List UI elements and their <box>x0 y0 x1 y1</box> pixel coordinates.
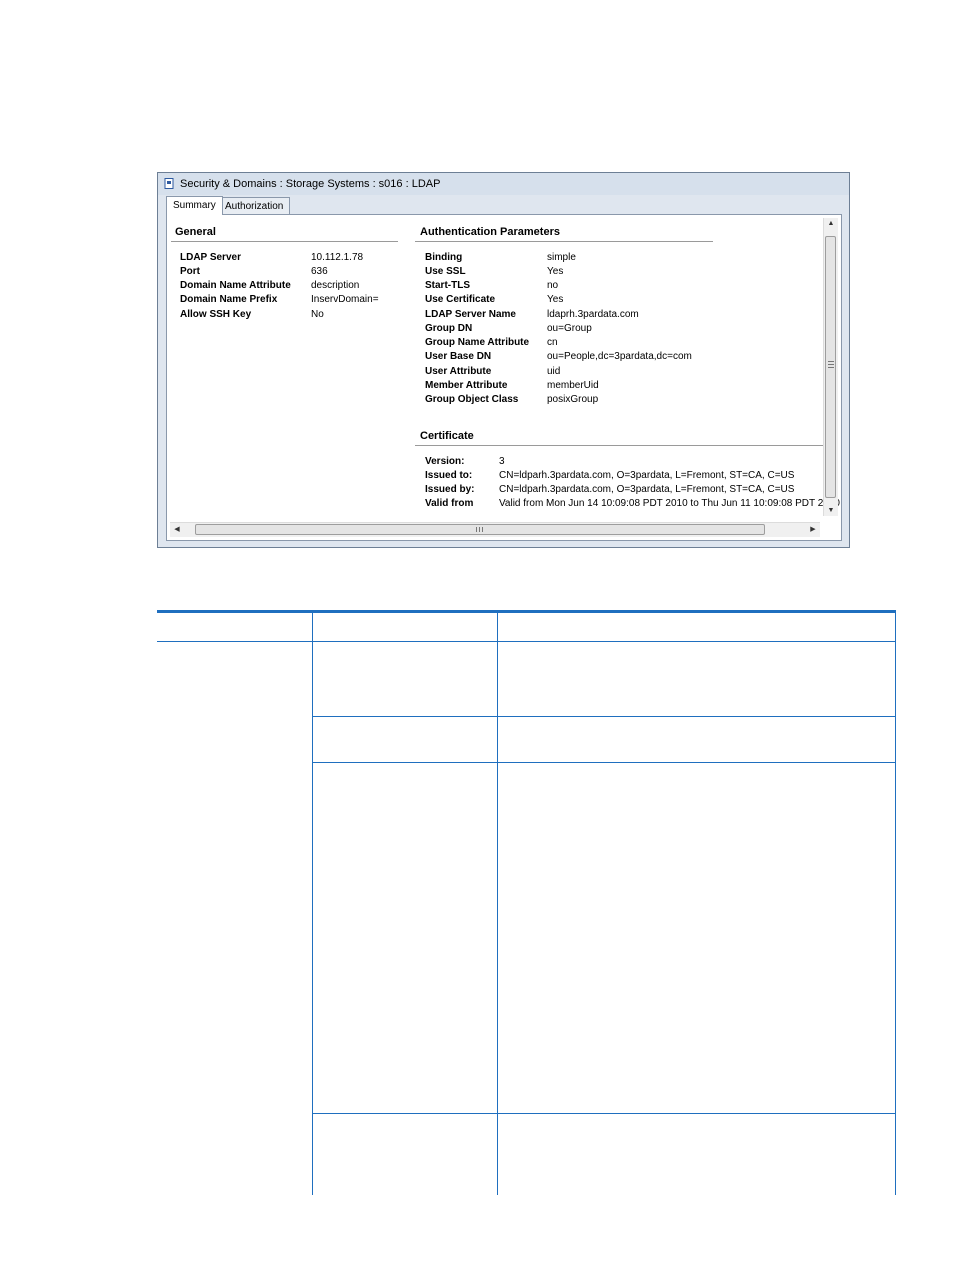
auth-value: simple <box>547 252 576 263</box>
general-value: 10.112.1.78 <box>311 252 364 263</box>
general-value: InservDomain= <box>311 294 379 305</box>
table-top-rule <box>157 610 896 613</box>
auth-value: no <box>547 280 559 291</box>
summary-panel: General LDAP Server 10.112.1.78 Port 636… <box>166 214 842 541</box>
general-label: Allow SSH Key <box>180 309 252 320</box>
general-label: Domain Name Attribute <box>180 280 291 291</box>
cert-label: Issued to: <box>425 470 473 481</box>
horizontal-scrollbar[interactable]: ◀ ▶ <box>170 522 820 537</box>
scroll-right-arrow-icon[interactable]: ▶ <box>808 525 818 533</box>
auth-label: Use Certificate <box>425 294 496 305</box>
document-table <box>157 610 896 1195</box>
auth-value: posixGroup <box>547 394 599 405</box>
table-column-rule <box>312 613 313 1195</box>
table-header-rule <box>157 641 896 642</box>
horizontal-scroll-thumb[interactable] <box>195 524 765 535</box>
auth-label: Group Name Attribute <box>425 337 530 348</box>
scroll-up-arrow-icon[interactable]: ▲ <box>824 220 838 227</box>
cert-label: Issued by: <box>425 484 475 495</box>
auth-label: Use SSL <box>425 266 466 277</box>
auth-heading: Authentication Parameters <box>420 226 560 238</box>
table-row-rule <box>312 762 896 763</box>
auth-label: Group DN <box>425 323 473 334</box>
auth-label: User Attribute <box>425 366 492 377</box>
scroll-left-arrow-icon[interactable]: ◀ <box>172 525 182 533</box>
vertical-scroll-thumb[interactable] <box>825 236 836 498</box>
auth-value: Yes <box>547 266 564 277</box>
auth-value: cn <box>547 337 558 348</box>
cert-label: Valid from <box>425 498 474 509</box>
auth-label: Member Attribute <box>425 380 508 391</box>
auth-label: LDAP Server Name <box>425 309 516 320</box>
tab-authorization[interactable]: Authorization <box>218 197 291 215</box>
cert-value: CN=ldparh.3pardata.com, O=3pardata, L=Fr… <box>499 484 795 495</box>
cert-value: Valid from Mon Jun 14 10:09:08 PDT 2010 … <box>499 498 840 509</box>
table-column-rule <box>895 613 896 1195</box>
table-row-rule <box>312 716 896 717</box>
auth-label: User Base DN <box>425 351 492 362</box>
auth-label: Group Object Class <box>425 394 519 405</box>
scroll-grip-icon <box>828 361 834 369</box>
auth-value: uid <box>547 366 561 377</box>
scroll-grip-icon <box>476 527 484 532</box>
ldap-window: Security & Domains : Storage Systems : s… <box>157 172 850 548</box>
general-value: No <box>311 309 324 320</box>
cert-value: 3 <box>499 456 505 467</box>
table-column-rule <box>497 613 498 1195</box>
scroll-down-arrow-icon[interactable]: ▼ <box>824 507 838 514</box>
window-title: Security & Domains : Storage Systems : s… <box>180 178 441 190</box>
auth-value: ldaprh.3pardata.com <box>547 309 639 320</box>
table-row-rule <box>312 1113 896 1114</box>
general-label: Port <box>180 266 200 277</box>
general-label: LDAP Server <box>180 252 241 263</box>
auth-value: Yes <box>547 294 564 305</box>
auth-divider <box>415 241 713 242</box>
vertical-scrollbar[interactable]: ▲ ▼ <box>823 218 838 516</box>
cert-value: CN=ldparh.3pardata.com, O=3pardata, L=Fr… <box>499 470 795 481</box>
general-value: description <box>311 280 360 291</box>
window-titlebar[interactable]: Security & Domains : Storage Systems : s… <box>158 173 849 195</box>
auth-value: ou=Group <box>547 323 592 334</box>
certificate-divider <box>415 445 823 446</box>
tab-summary[interactable]: Summary <box>166 196 223 215</box>
auth-value: memberUid <box>547 380 599 391</box>
ldap-window-icon <box>164 178 174 189</box>
auth-label: Start-TLS <box>425 280 470 291</box>
auth-value: ou=People,dc=3pardata,dc=com <box>547 351 692 362</box>
auth-label: Binding <box>425 252 463 263</box>
general-label: Domain Name Prefix <box>180 294 278 305</box>
general-heading: General <box>175 226 216 238</box>
general-divider <box>171 241 398 242</box>
general-value: 636 <box>311 266 328 277</box>
cert-label: Version: <box>425 456 465 467</box>
certificate-heading: Certificate <box>420 430 474 442</box>
